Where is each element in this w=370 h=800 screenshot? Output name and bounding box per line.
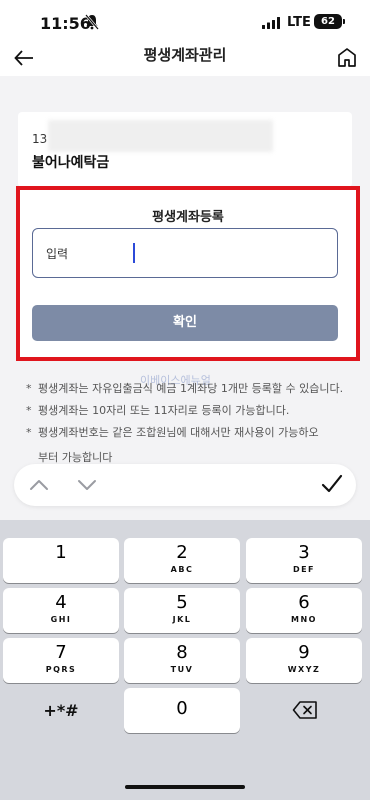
home-icon[interactable]: [336, 46, 358, 68]
account-number-input[interactable]: 입력: [32, 228, 338, 278]
key-8[interactable]: 8 TUV: [124, 638, 240, 683]
key-digit: 7: [55, 642, 67, 663]
key-symbols-label: +*#: [43, 701, 79, 720]
key-9[interactable]: 9 WXYZ: [246, 638, 362, 683]
key-delete[interactable]: [246, 688, 362, 733]
account-number: 13: [32, 132, 48, 146]
notice-item: * 평생계좌는 10자리 또는 11자리로 등록이 가능합니다.: [26, 402, 360, 419]
key-letters: WXYZ: [287, 665, 321, 674]
key-7[interactable]: 7 PQRS: [3, 638, 119, 683]
signal-icon: [262, 17, 280, 29]
numeric-keypad: 1 2 ABC 3 DEF 4 GHI 5 JKL 6 MNO 7 PQRS 8…: [0, 520, 370, 800]
notice-item: * 평생계좌는 자유입출금식 예금 1계좌당 1개만 등록할 수 있습니다.: [26, 380, 360, 397]
key-letters: DEF: [292, 565, 316, 574]
key-digit: 6: [298, 592, 310, 613]
key-letters: ABC: [170, 565, 194, 574]
key-5[interactable]: 5 JKL: [124, 588, 240, 633]
input-label: 입력: [46, 247, 69, 261]
chevron-down-icon[interactable]: [76, 474, 98, 496]
key-letters: JKL: [172, 615, 192, 624]
key-2[interactable]: 2 ABC: [124, 538, 240, 583]
key-6[interactable]: 6 MNO: [246, 588, 362, 633]
page-title: 평생계좌관리: [143, 46, 227, 64]
confirm-button[interactable]: 확인: [32, 305, 338, 341]
text-caret: [133, 243, 135, 263]
register-title: 평생계좌등록: [152, 210, 224, 225]
backspace-icon: [292, 701, 317, 719]
key-letters: PQRS: [45, 665, 77, 674]
notice-item: * 평생계좌번호는 같은 조합원님에 대해서만 재사용이 가능하오: [26, 424, 360, 441]
key-letters: MNO: [291, 615, 317, 624]
notice-bullet: *: [26, 382, 32, 395]
key-0[interactable]: 0: [124, 688, 240, 733]
status-bar: 11:56 LTE 62: [0, 0, 370, 46]
status-time: 11:56: [40, 14, 91, 33]
keyboard-toolbar: [14, 464, 356, 506]
key-symbols[interactable]: +*#: [3, 688, 119, 733]
key-1[interactable]: 1: [3, 538, 119, 583]
bell-off-icon: [85, 14, 99, 30]
account-number-mask: [48, 120, 273, 152]
key-digit: 9: [298, 642, 310, 663]
notice-text: 부터 가능합니다: [38, 451, 113, 464]
key-digit: 4: [55, 592, 67, 613]
chevron-up-icon[interactable]: [28, 474, 50, 496]
key-3[interactable]: 3 DEF: [246, 538, 362, 583]
network-type: LTE: [287, 15, 311, 30]
app-header: 평생계좌관리: [0, 46, 370, 76]
notice-text: 평생계좌는 자유입출금식 예금 1계좌당 1개만 등록할 수 있습니다.: [38, 382, 344, 395]
lifetime-account-register-panel: 평생계좌등록 입력 확인: [16, 186, 360, 361]
notice-list: * 평생계좌는 자유입출금식 예금 1계좌당 1개만 등록할 수 있습니다. *…: [26, 380, 360, 471]
key-digit: 2: [176, 542, 188, 563]
notice-text: 평생계좌는 10자리 또는 11자리로 등록이 가능합니다.: [38, 404, 290, 417]
key-digit: 0: [176, 698, 188, 719]
notice-bullet: *: [26, 426, 32, 439]
account-name: 불어나예탁금: [32, 155, 110, 171]
checkmark-icon[interactable]: [320, 472, 344, 496]
key-letters: GHI: [50, 615, 72, 624]
key-digit: 5: [176, 592, 188, 613]
notice-bullet: *: [26, 404, 32, 417]
key-digit: 1: [55, 542, 67, 563]
notice-text: 평생계좌번호는 같은 조합원님에 대해서만 재사용이 가능하오: [38, 426, 319, 439]
key-letters: TUV: [170, 665, 194, 674]
battery-icon: 62: [314, 14, 345, 29]
home-indicator: [125, 785, 245, 789]
account-card: 13 불어나예탁금: [18, 112, 352, 187]
key-4[interactable]: 4 GHI: [3, 588, 119, 633]
key-digit: 3: [298, 542, 310, 563]
key-digit: 8: [176, 642, 188, 663]
